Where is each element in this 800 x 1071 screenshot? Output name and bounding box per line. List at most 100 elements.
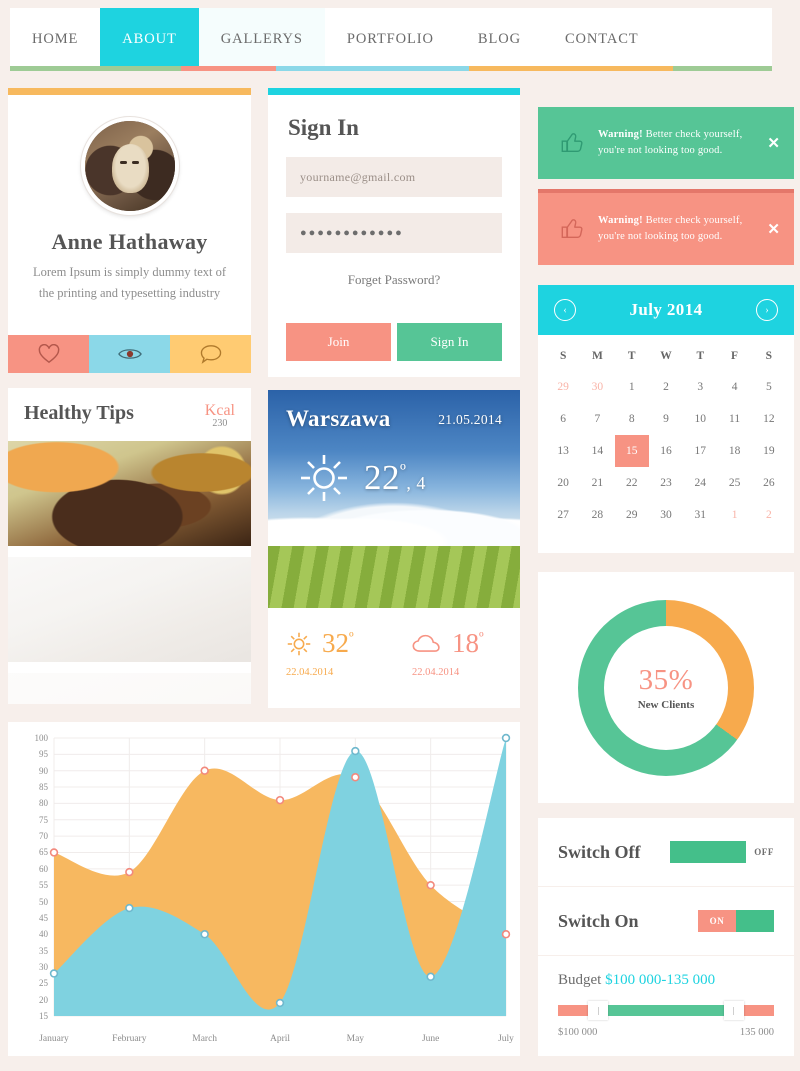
chart-point[interactable] xyxy=(125,903,134,913)
calendar-day[interactable]: 9 xyxy=(649,403,683,435)
avatar xyxy=(80,117,179,215)
calendar-day[interactable]: 2 xyxy=(752,499,786,531)
switch-on-row: Switch On ON xyxy=(538,887,794,955)
calendar-day[interactable]: 22 xyxy=(615,467,649,499)
toggle-on[interactable]: ON xyxy=(698,910,774,932)
calendar-day[interactable]: 19 xyxy=(752,435,786,467)
view-button[interactable] xyxy=(89,335,170,373)
chart-point[interactable] xyxy=(501,733,511,743)
calendar-day[interactable]: 7 xyxy=(580,403,614,435)
calendar-day[interactable]: 13 xyxy=(546,435,580,467)
calendar-day[interactable]: 20 xyxy=(546,467,580,499)
profile-accent-bar xyxy=(8,88,251,95)
alert-text: Warning! Better check yourself, you're n… xyxy=(592,127,759,160)
calendar-day[interactable]: 23 xyxy=(649,467,683,499)
tips-image-secondary[interactable] xyxy=(8,557,251,662)
chart-point[interactable] xyxy=(351,773,360,782)
calendar-day[interactable]: 29 xyxy=(615,499,649,531)
donut-center: 35% New Clients xyxy=(604,625,728,750)
healthy-tips-card: Healthy Tips Kcal 230 xyxy=(8,388,251,704)
close-icon[interactable]: ✕ xyxy=(759,134,780,153)
join-button[interactable]: Join xyxy=(286,323,391,361)
calendar-day[interactable]: 6 xyxy=(546,403,580,435)
calendar-day[interactable]: 26 xyxy=(752,467,786,499)
calendar-day[interactable]: 4 xyxy=(717,371,751,403)
x-axis-tick: May xyxy=(346,1034,365,1044)
forgot-password-link[interactable]: Forget Password? xyxy=(268,272,520,288)
x-axis-tick: February xyxy=(112,1034,147,1044)
calendar-day[interactable]: 5 xyxy=(752,371,786,403)
calendar-day[interactable]: 27 xyxy=(546,499,580,531)
chevron-right-icon[interactable]: › xyxy=(756,299,778,321)
chart-point[interactable] xyxy=(275,795,285,805)
budget-range-slider[interactable] xyxy=(558,1001,774,1020)
chart-point[interactable] xyxy=(426,972,435,981)
nav-item-about[interactable]: ABOUT xyxy=(100,8,199,70)
calendar-day[interactable]: 30 xyxy=(649,499,683,531)
nav-item-portfolio[interactable]: PORTFOLIO xyxy=(324,8,456,70)
calendar-day[interactable]: 30 xyxy=(580,371,614,403)
email-field[interactable]: yourname@gmail.com xyxy=(286,157,502,197)
calendar-day[interactable]: 8 xyxy=(615,403,649,435)
calendar-day[interactable]: 24 xyxy=(683,467,717,499)
password-field[interactable]: ●●●●●●●●●●●● xyxy=(286,213,502,253)
tips-image-primary[interactable] xyxy=(8,441,251,546)
tips-title: Healthy Tips xyxy=(24,402,134,424)
close-icon[interactable]: ✕ xyxy=(759,220,780,239)
switch-on-control[interactable]: ON xyxy=(698,910,774,932)
like-button[interactable] xyxy=(8,335,89,373)
comment-button[interactable] xyxy=(170,335,251,373)
switch-off-control[interactable]: OFF xyxy=(670,841,774,863)
toggle-knob xyxy=(736,910,774,932)
calendar-day[interactable]: 1 xyxy=(615,371,649,403)
calendar-day[interactable]: 28 xyxy=(580,499,614,531)
nav-item-gallerys[interactable]: GALLERYS xyxy=(198,8,325,70)
calendar-dow: W xyxy=(660,350,672,362)
calendar-day-today[interactable]: 15 xyxy=(614,435,649,467)
donut-percent: 35% xyxy=(638,664,694,696)
main-navigation: HOME ABOUT GALLERYS PORTFOLIO BLOG CONTACT xyxy=(10,8,772,70)
calendar-day[interactable]: 1 xyxy=(717,499,751,531)
profile-description: Lorem Ipsum is simply dummy text of the … xyxy=(8,262,251,305)
toggle-off[interactable] xyxy=(670,841,747,863)
chart-point[interactable] xyxy=(501,930,511,939)
calendar-day[interactable]: 10 xyxy=(683,403,717,435)
calendar-day[interactable]: 14 xyxy=(580,435,614,467)
calendar-day[interactable]: 18 xyxy=(717,435,751,467)
nav-item-contact[interactable]: CONTACT xyxy=(542,8,661,70)
nav-stripe-segment xyxy=(275,66,469,71)
slider-handle-max[interactable] xyxy=(723,1001,744,1020)
chart-point[interactable] xyxy=(49,969,59,978)
signin-button[interactable]: Sign In xyxy=(397,323,502,361)
forecast-temp-value: 32 xyxy=(322,628,349,658)
slider-handle-min[interactable] xyxy=(588,1001,609,1020)
forecast-temp-unit: º xyxy=(349,630,354,646)
calendar-day[interactable]: 11 xyxy=(717,403,751,435)
chevron-left-icon[interactable]: ‹ xyxy=(554,299,576,321)
calendar-day[interactable]: 29 xyxy=(546,371,580,403)
nav-stripe-segment xyxy=(10,66,182,71)
area-chart: 15 20 25 30 35 40 45 50 55 60 65 70 75 80 85 90 95 100 Jan… xyxy=(8,722,520,1056)
switch-on-card: Switch On ON xyxy=(538,887,794,955)
calendar-day[interactable]: 12 xyxy=(752,403,786,435)
tips-image-tertiary[interactable] xyxy=(8,673,251,704)
chart-point[interactable] xyxy=(426,880,435,890)
chart-point[interactable] xyxy=(125,867,134,877)
calendar-day[interactable]: 16 xyxy=(649,435,683,467)
calendar-day[interactable]: 3 xyxy=(683,371,717,403)
nav-item-home[interactable]: HOME xyxy=(10,8,101,70)
forecast-item-cloud: 18º 22.04.2014 xyxy=(394,608,520,708)
chart-point[interactable] xyxy=(351,746,360,756)
x-axis-tick: June xyxy=(421,1034,440,1044)
chart-point[interactable] xyxy=(275,998,285,1008)
calendar-day[interactable]: 25 xyxy=(717,467,751,499)
calendar-day[interactable]: 31 xyxy=(683,499,717,531)
calendar-day[interactable]: 21 xyxy=(580,467,614,499)
chart-point[interactable] xyxy=(200,766,209,775)
budget-label: Budget xyxy=(558,972,602,988)
calendar-day[interactable]: 17 xyxy=(683,435,717,467)
calendar-day[interactable]: 2 xyxy=(649,371,683,403)
nav-item-blog[interactable]: BLOG xyxy=(455,8,543,70)
chart-point[interactable] xyxy=(49,848,59,857)
chart-point[interactable] xyxy=(200,930,209,939)
